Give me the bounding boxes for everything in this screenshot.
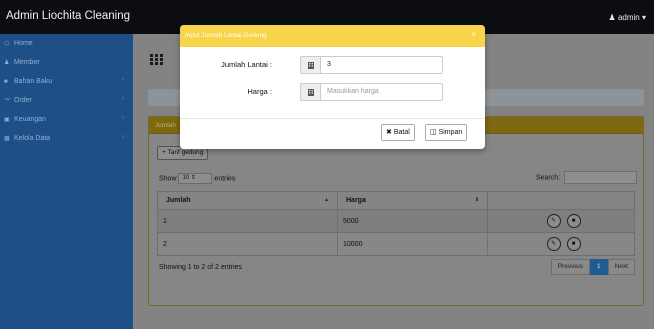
column-header-harga[interactable]: Harga ⇕ — [337, 191, 488, 210]
box-icon: ■ — [4, 78, 8, 85]
sidebar-item-bahan-baku[interactable]: ■ Bahan Baku ‹ — [0, 72, 133, 91]
user-menu[interactable]: ♟ admin ▾ — [609, 13, 646, 22]
jumlah-lantai-input[interactable]: 3 — [320, 56, 443, 74]
cell-harga: 5000 — [337, 209, 488, 233]
entries-label: entries — [214, 175, 236, 183]
user-icon: ♟ — [608, 13, 616, 22]
chevron-left-icon: ‹ — [122, 134, 124, 140]
add-button-label: Tarif gedung — [167, 149, 204, 156]
search-input[interactable] — [564, 171, 637, 184]
sidebar-item-label: Order — [14, 97, 32, 104]
column-label: Harga — [346, 197, 366, 204]
table-info: Showing 1 to 2 of 2 entries — [159, 264, 242, 271]
table-row: 1 5000 ✎ ■ — [157, 209, 635, 233]
search-label: Search: — [535, 174, 561, 182]
table-search: Search: — [536, 171, 637, 184]
previous-page-button[interactable]: Previous — [550, 259, 590, 275]
cart-icon: ⌤ — [4, 98, 11, 104]
column-header-actions — [487, 191, 635, 210]
select-arrows-icon: ⇕ — [190, 175, 196, 181]
show-label: Show — [159, 175, 177, 183]
chevron-left-icon: ‹ — [122, 96, 124, 102]
chevron-left-icon: ‹ — [122, 77, 124, 83]
cancel-button-label: Batal — [393, 129, 410, 136]
chevron-left-icon: ‹ — [122, 115, 124, 121]
cell-actions: ✎ ■ — [487, 209, 635, 233]
edit-icon[interactable]: ✎ — [546, 214, 561, 228]
entries-value: 10 — [182, 175, 190, 181]
form-row-lantai: Jumlah Lantai : 3 — [180, 56, 485, 74]
building-icon — [300, 83, 320, 101]
chevron-down-icon: ▾ — [641, 13, 646, 22]
sidebar-item-kelola-data[interactable]: ▦ Kelola Data ‹ — [0, 129, 133, 148]
money-icon: ▣ — [4, 117, 10, 123]
sidebar-item-home[interactable]: ☖ Home — [0, 34, 133, 53]
entries-select[interactable]: 10 ⇕ — [178, 173, 213, 184]
input-lantai-modal: Input Jumlah Lantai Gedung × Jumlah Lant… — [180, 25, 485, 149]
users-icon: ♟ — [4, 60, 10, 66]
next-page-button[interactable]: Next — [607, 259, 635, 275]
grid-icon — [150, 54, 163, 65]
jumlah-lantai-label: Jumlah Lantai : — [221, 60, 272, 69]
delete-icon[interactable]: ■ — [566, 214, 581, 228]
table-icon: ▦ — [4, 136, 10, 142]
pagination: Previous 1 Next — [550, 259, 635, 275]
form-row-harga: Harga : Masukkan harga — [180, 83, 485, 101]
cell-jumlah: 1 — [157, 209, 338, 233]
sidebar: ☖ Home ♟ Member ■ Bahan Baku ‹ ⌤ Order ‹… — [0, 34, 133, 329]
modal-footer-divider — [180, 118, 485, 119]
sort-asc-icon: ▲ — [324, 197, 329, 203]
sidebar-item-label: Member — [14, 59, 40, 66]
cell-jumlah: 2 — [157, 232, 338, 256]
cell-actions: ✎ ■ — [487, 232, 635, 256]
modal-header: Input Jumlah Lantai Gedung × — [180, 25, 485, 47]
close-x-icon: ✖ — [386, 129, 392, 136]
column-header-jumlah[interactable]: Jumlah ▲ — [157, 191, 338, 210]
sidebar-item-label: Bahan Baku — [14, 78, 53, 85]
page-1-button[interactable]: 1 — [590, 259, 608, 275]
sidebar-item-label: Kelola Data — [14, 135, 51, 142]
table-row: 2 10000 ✎ ■ — [157, 232, 635, 256]
harga-input[interactable]: Masukkan harga — [320, 83, 443, 101]
brand-title[interactable]: Admin Liochita Cleaning — [6, 10, 130, 22]
sidebar-item-label: Keuangan — [14, 116, 46, 123]
sidebar-item-member[interactable]: ♟ Member — [0, 53, 133, 72]
plus-icon: + — [162, 149, 166, 156]
building-icon — [300, 56, 320, 74]
sort-icon: ⇕ — [474, 197, 479, 203]
edit-icon[interactable]: ✎ — [546, 237, 561, 251]
cell-harga: 10000 — [337, 232, 488, 256]
modal-title: Input Jumlah Lantai Gedung — [185, 32, 267, 39]
cancel-button[interactable]: ✖ Batal — [381, 124, 415, 141]
jumlah-lantai-group: 3 — [300, 56, 443, 74]
user-name: admin — [617, 13, 640, 22]
harga-group: Masukkan harga — [300, 83, 443, 101]
harga-label: Harga : — [247, 87, 272, 96]
sidebar-item-order[interactable]: ⌤ Order ‹ — [0, 91, 133, 110]
floppy-disk-icon: ◫ — [430, 129, 437, 136]
column-label: Jumlah — [166, 197, 191, 204]
entries-length-control: Show 10 ⇕ entries — [159, 173, 235, 184]
close-icon[interactable]: × — [471, 30, 476, 39]
home-icon: ☖ — [4, 41, 10, 47]
save-button-label: Simpan — [438, 129, 463, 136]
sidebar-item-label: Home — [14, 40, 33, 47]
delete-icon[interactable]: ■ — [566, 237, 581, 251]
sidebar-item-keuangan[interactable]: ▣ Keuangan ‹ — [0, 110, 133, 129]
save-button[interactable]: ◫ Simpan — [425, 124, 468, 141]
data-table: Jumlah ▲ Harga ⇕ 1 5000 ✎ ■ 2 10000 ✎ ■ — [157, 191, 635, 256]
